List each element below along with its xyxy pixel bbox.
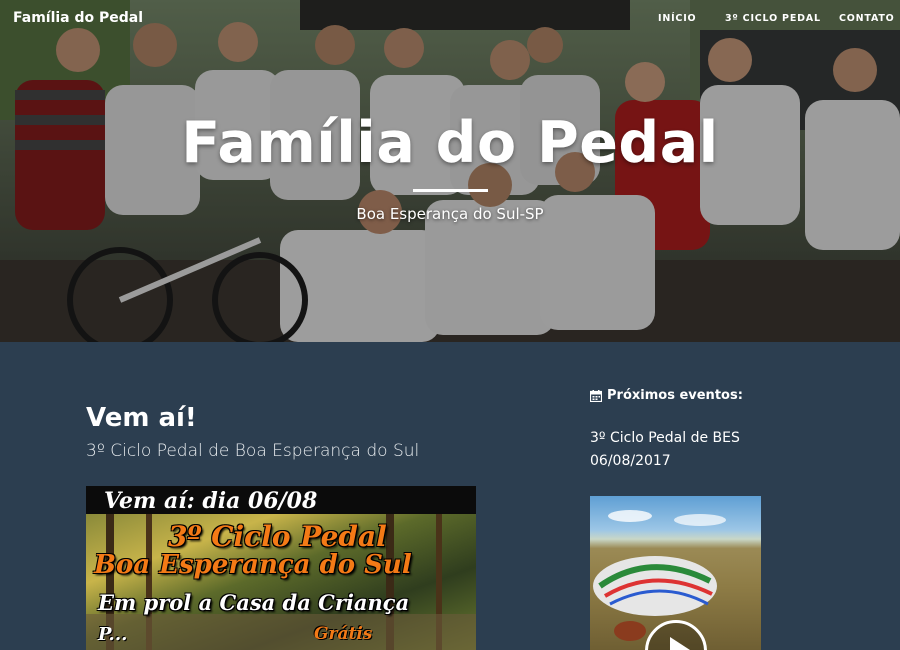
poster-line-free: Grátis <box>314 624 373 644</box>
upcoming-events-label: Próximos eventos: <box>607 388 743 403</box>
hero-subtitle: Boa Esperança do Sul-SP <box>356 205 544 223</box>
post-subtitle: 3º Ciclo Pedal de Boa Esperança do Sul <box>86 441 420 461</box>
hero-section: Família do Pedal INÍCIO 3º CICLO PEDAL C… <box>0 0 900 342</box>
event-date: 06/08/2017 <box>590 453 671 469</box>
hero-title: Família do Pedal <box>181 110 719 176</box>
poster-line-city: Boa Esperança do Sul <box>94 550 412 580</box>
event-name[interactable]: 3º Ciclo Pedal de BES <box>590 430 740 446</box>
upcoming-events-heading: Próximos eventos: <box>590 388 743 403</box>
poster-line-date: Vem aí: dia 06/08 <box>104 488 318 514</box>
nav-link-ciclo-pedal[interactable]: 3º CICLO PEDAL <box>725 13 821 24</box>
event-video-thumbnail[interactable] <box>590 496 761 650</box>
poster-line-cause: Em prol a Casa da Criança <box>98 590 410 615</box>
poster-line-partial: P... <box>98 624 128 645</box>
event-poster-image: Vem aí: dia 06/08 3º Ciclo Pedal Boa Esp… <box>86 486 476 650</box>
post-title: Vem aí! <box>86 403 197 433</box>
brand-logo-link[interactable]: Família do Pedal <box>13 10 143 26</box>
nav-link-contato[interactable]: CONTATO <box>839 13 895 24</box>
navbar: Família do Pedal INÍCIO 3º CICLO PEDAL C… <box>0 0 900 38</box>
nav-link-inicio[interactable]: INÍCIO <box>658 13 696 24</box>
hero-divider <box>413 189 488 192</box>
poster-line-event: 3º Ciclo Pedal <box>168 520 387 553</box>
calendar-icon <box>590 389 602 402</box>
